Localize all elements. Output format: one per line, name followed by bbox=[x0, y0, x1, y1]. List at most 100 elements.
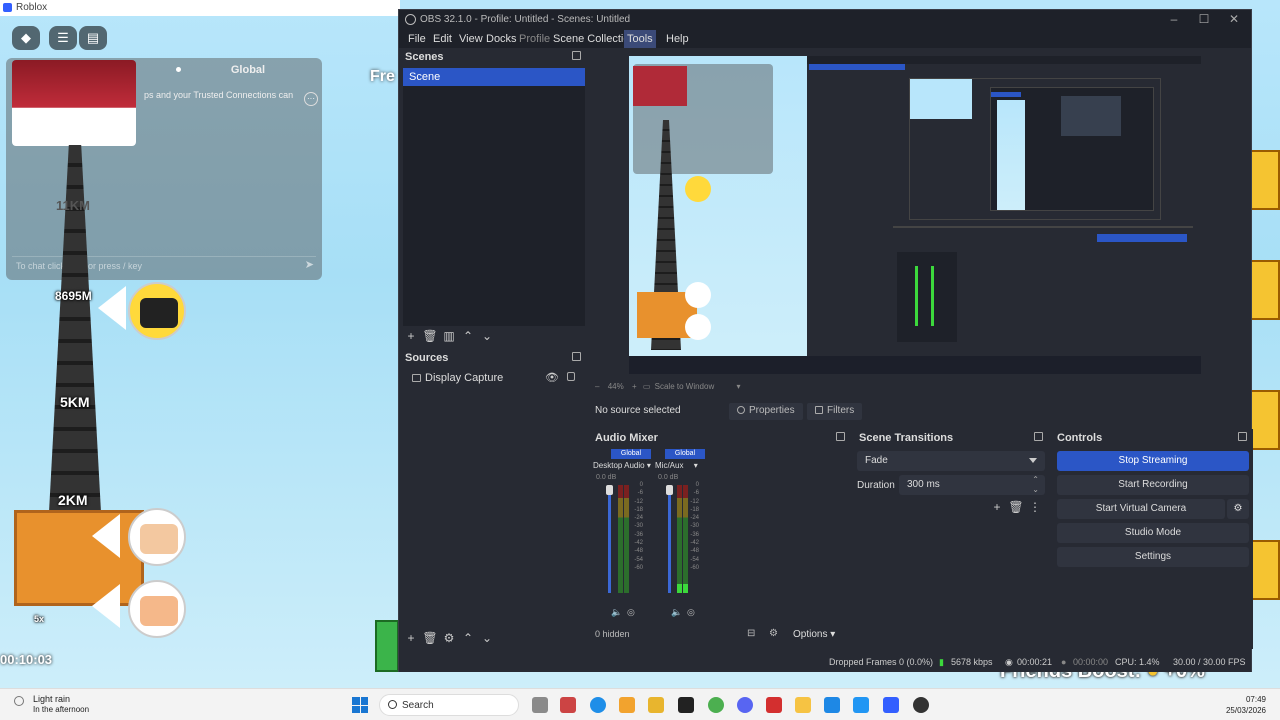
transition-select-value: Fade bbox=[865, 455, 888, 466]
dock-popout-icon[interactable] bbox=[572, 352, 581, 361]
app-icon[interactable] bbox=[824, 697, 840, 713]
file-explorer-icon[interactable] bbox=[795, 697, 811, 713]
chevron-down-icon[interactable]: ▾ bbox=[736, 382, 740, 391]
discord-icon[interactable] bbox=[737, 697, 753, 713]
scenes-list: Scene bbox=[403, 68, 585, 326]
stepper-icon[interactable]: ⌃ ⌄ bbox=[1032, 475, 1039, 495]
chat-tab-global[interactable]: Global bbox=[174, 58, 322, 82]
acrobat-icon[interactable] bbox=[766, 697, 782, 713]
scale-tick: -36 bbox=[690, 531, 699, 538]
fader-knob[interactable] bbox=[606, 485, 613, 495]
scale-mode[interactable]: Scale to Window bbox=[655, 382, 715, 391]
dock-popout-icon[interactable] bbox=[1034, 432, 1043, 441]
more-options-icon[interactable]: ··· bbox=[304, 92, 318, 106]
trash-icon[interactable]: 🗑 bbox=[1008, 500, 1023, 514]
more-options-icon[interactable]: ⋮ bbox=[1029, 500, 1041, 514]
minimize-icon[interactable]: – bbox=[1159, 12, 1189, 28]
close-icon[interactable]: ✕ bbox=[1219, 12, 1249, 28]
volume-fader[interactable] bbox=[606, 485, 613, 593]
menu-tools[interactable]: Tools bbox=[624, 30, 656, 48]
app-icon[interactable] bbox=[648, 697, 664, 713]
virtual-camera-settings-button[interactable]: ⚙ bbox=[1227, 499, 1249, 519]
zoom-in-icon[interactable]: + bbox=[632, 382, 637, 391]
dock-popout-icon[interactable] bbox=[572, 51, 581, 60]
visibility-eye-icon[interactable]: 👁 bbox=[545, 371, 559, 384]
channel-tag: Global bbox=[665, 449, 705, 459]
properties-button[interactable]: Properties bbox=[729, 403, 803, 420]
roblox-menu-button[interactable]: ◆ bbox=[12, 26, 40, 50]
roblox-taskbar-icon[interactable] bbox=[883, 697, 899, 713]
monitor-icon[interactable]: ◎ bbox=[627, 607, 635, 618]
preview-canvas[interactable] bbox=[629, 56, 1201, 374]
sources-toolbar: + 🗑 ⚙ ⌃ ⌄ bbox=[399, 628, 493, 648]
chrome-icon[interactable] bbox=[708, 697, 724, 713]
chat-toggle-button[interactable]: ▤ bbox=[79, 26, 107, 50]
volume-fader[interactable] bbox=[666, 485, 673, 593]
edge-browser-icon[interactable] bbox=[590, 697, 606, 713]
menu-help[interactable]: Help bbox=[663, 30, 692, 48]
studio-mode-button[interactable]: Studio Mode bbox=[1057, 523, 1249, 543]
menu-file[interactable]: File bbox=[405, 30, 429, 48]
duration-input[interactable]: 300 ms ⌃ ⌄ bbox=[899, 475, 1045, 495]
trash-icon[interactable]: 🗑 bbox=[422, 329, 437, 343]
menu-edit[interactable]: Edit bbox=[430, 30, 455, 48]
hamburger-menu-button[interactable]: ☰ bbox=[49, 26, 77, 50]
taskbar-search[interactable]: Search bbox=[379, 694, 519, 716]
start-recording-button[interactable]: Start Recording bbox=[1057, 475, 1249, 495]
menu-docks[interactable]: Docks bbox=[483, 30, 520, 48]
cpu-usage: CPU: 1.4% bbox=[1115, 657, 1160, 667]
monitor-icon[interactable]: ◎ bbox=[687, 607, 695, 618]
send-icon[interactable]: ➤ bbox=[305, 258, 314, 271]
start-virtual-camera-button[interactable]: Start Virtual Camera bbox=[1057, 499, 1225, 519]
dock-popout-icon[interactable] bbox=[836, 432, 845, 441]
move-down-icon[interactable]: ⌄ bbox=[481, 329, 493, 343]
level-meter bbox=[618, 485, 623, 593]
task-view-icon[interactable] bbox=[532, 697, 548, 713]
transition-select[interactable]: Fade bbox=[857, 451, 1045, 471]
scene-item[interactable]: Scene bbox=[403, 68, 585, 86]
add-icon[interactable]: + bbox=[405, 631, 417, 645]
settings-button[interactable]: Settings bbox=[1057, 547, 1249, 567]
app-icon[interactable] bbox=[560, 697, 576, 713]
advanced-audio-icon[interactable]: ⚙ bbox=[769, 628, 778, 639]
move-down-icon[interactable]: ⌄ bbox=[481, 631, 493, 645]
zoom-out-icon[interactable]: – bbox=[595, 382, 599, 391]
menu-view[interactable]: View bbox=[456, 30, 486, 48]
bitrate: 5678 kbps bbox=[951, 657, 993, 667]
channel-db: 0.0 dB bbox=[596, 474, 617, 481]
speaker-icon[interactable]: 🔈 bbox=[611, 607, 622, 618]
move-up-icon[interactable]: ⌃ bbox=[462, 329, 474, 343]
dock-popout-icon[interactable] bbox=[1238, 432, 1247, 441]
chat-input[interactable]: To chat click here or press / key bbox=[12, 256, 316, 274]
app-icon[interactable] bbox=[678, 697, 694, 713]
channel-name[interactable]: Mic/Aux ▾ bbox=[655, 461, 698, 470]
gear-icon[interactable]: ⚙ bbox=[443, 631, 455, 645]
stop-streaming-button[interactable]: Stop Streaming bbox=[1057, 451, 1249, 471]
menu-profile[interactable]: Profile bbox=[516, 30, 553, 48]
scale-tick: -18 bbox=[690, 506, 699, 513]
windows-start-icon[interactable] bbox=[352, 697, 368, 713]
system-clock[interactable]: 07:49 25/03/2026 bbox=[1226, 694, 1266, 716]
lock-icon[interactable] bbox=[567, 372, 575, 381]
scale-tick: -42 bbox=[690, 540, 699, 547]
source-item[interactable]: Display Capture 👁 bbox=[403, 369, 585, 387]
mixer-options-button[interactable]: Options ▾ bbox=[793, 629, 835, 640]
app-icon[interactable] bbox=[619, 697, 635, 713]
filter-icon[interactable]: ▥ bbox=[443, 329, 455, 343]
filters-button[interactable]: Filters bbox=[807, 403, 863, 420]
maximize-icon[interactable]: ☐ bbox=[1189, 12, 1219, 28]
add-icon[interactable]: + bbox=[405, 329, 417, 343]
move-up-icon[interactable]: ⌃ bbox=[462, 631, 474, 645]
add-icon[interactable]: + bbox=[991, 500, 1003, 514]
speaker-icon[interactable]: 🔈 bbox=[671, 607, 682, 618]
obs-taskbar-icon[interactable] bbox=[913, 697, 929, 713]
channel-name[interactable]: Desktop Audio ▾ bbox=[593, 461, 651, 470]
hidden-count[interactable]: 0 hidden bbox=[595, 629, 630, 639]
layout-icon[interactable]: ⊟ bbox=[747, 628, 755, 639]
scale-tick: -24 bbox=[690, 515, 699, 522]
fit-icon[interactable]: ▭ bbox=[643, 382, 651, 391]
chevron-down-icon bbox=[1029, 458, 1037, 463]
fader-knob[interactable] bbox=[666, 485, 673, 495]
trash-icon[interactable]: 🗑 bbox=[422, 631, 437, 645]
app-icon[interactable] bbox=[853, 697, 869, 713]
